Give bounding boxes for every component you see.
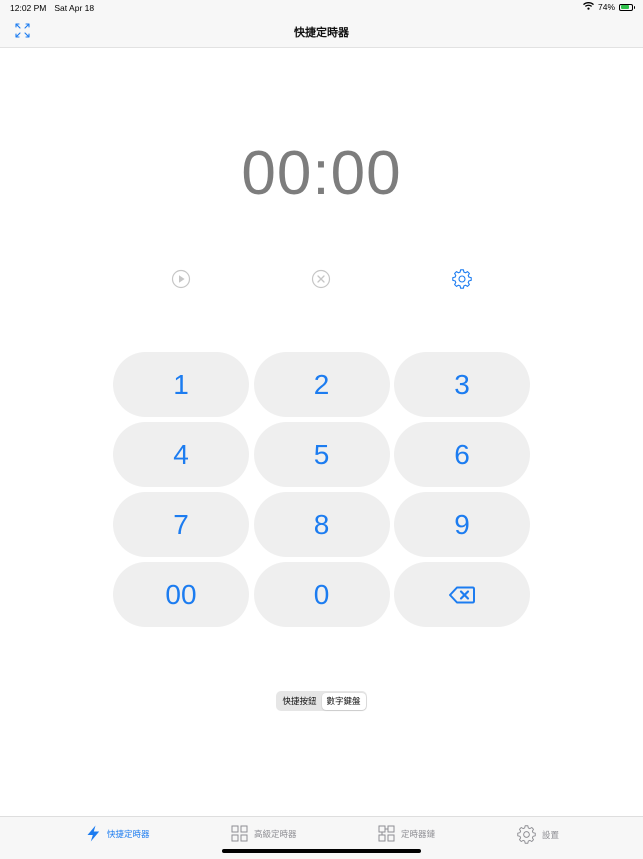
gear-icon xyxy=(517,825,536,844)
tab-settings[interactable]: 設置 xyxy=(517,825,559,844)
key-2[interactable]: 2 xyxy=(253,352,390,417)
timer-display: 00:00 xyxy=(241,139,402,208)
key-00[interactable]: 00 xyxy=(113,562,249,627)
battery-percent: 74% xyxy=(597,2,615,12)
tab-label: 高級定時器 xyxy=(254,828,297,839)
key-9[interactable]: 9 xyxy=(394,492,530,557)
key-4[interactable]: 4 xyxy=(113,422,249,487)
cancel-button[interactable] xyxy=(311,269,331,289)
home-indicator xyxy=(222,849,421,853)
battery-fill xyxy=(620,5,629,9)
tab-label: 設置 xyxy=(542,829,560,840)
battery-icon xyxy=(619,3,635,11)
status-bar: 12:02 PM Sat Apr 18 74% xyxy=(0,0,643,16)
tab-label: 快捷定時器 xyxy=(107,828,150,839)
nav-bar: 快捷定時器 xyxy=(0,16,643,48)
chain-grid-icon xyxy=(378,825,395,842)
input-mode-segmented-control: 快捷按鈕 數字鍵盤 xyxy=(276,691,367,711)
play-button[interactable] xyxy=(171,269,191,289)
tab-advanced-timer[interactable]: 高級定時器 xyxy=(231,825,297,842)
key-8[interactable]: 8 xyxy=(253,492,390,557)
tab-quick-timer[interactable]: 快捷定時器 xyxy=(86,825,150,842)
delete-button[interactable] xyxy=(394,562,530,627)
timer-settings-button[interactable] xyxy=(452,269,472,289)
key-3[interactable]: 3 xyxy=(394,352,530,417)
wifi-icon xyxy=(583,2,594,12)
segment-quick-buttons[interactable]: 快捷按鈕 xyxy=(278,693,322,710)
key-0[interactable]: 0 xyxy=(253,562,390,627)
bolt-icon xyxy=(87,825,100,842)
key-1[interactable]: 1 xyxy=(113,352,249,417)
key-7[interactable]: 7 xyxy=(113,492,249,557)
play-circle-icon xyxy=(171,269,191,289)
gear-icon xyxy=(452,269,472,289)
status-left: 12:02 PM Sat Apr 18 xyxy=(10,3,94,13)
delete-backspace-icon xyxy=(449,586,475,603)
x-circle-icon xyxy=(311,269,331,289)
tab-timer-chain[interactable]: 定時器鏈 xyxy=(378,825,435,842)
grid-icon xyxy=(231,825,248,842)
key-5[interactable]: 5 xyxy=(253,422,390,487)
number-keypad: 1 2 3 4 5 6 7 8 9 00 0 xyxy=(113,352,530,627)
segment-number-keypad[interactable]: 數字鍵盤 xyxy=(321,692,366,710)
page-title: 快捷定時器 xyxy=(294,27,349,39)
status-date: Sat Apr 18 xyxy=(54,3,95,13)
key-6[interactable]: 6 xyxy=(394,422,530,487)
status-right: 74% xyxy=(583,2,635,12)
tab-label: 定時器鏈 xyxy=(401,828,436,839)
status-time: 12:02 PM xyxy=(10,3,47,13)
